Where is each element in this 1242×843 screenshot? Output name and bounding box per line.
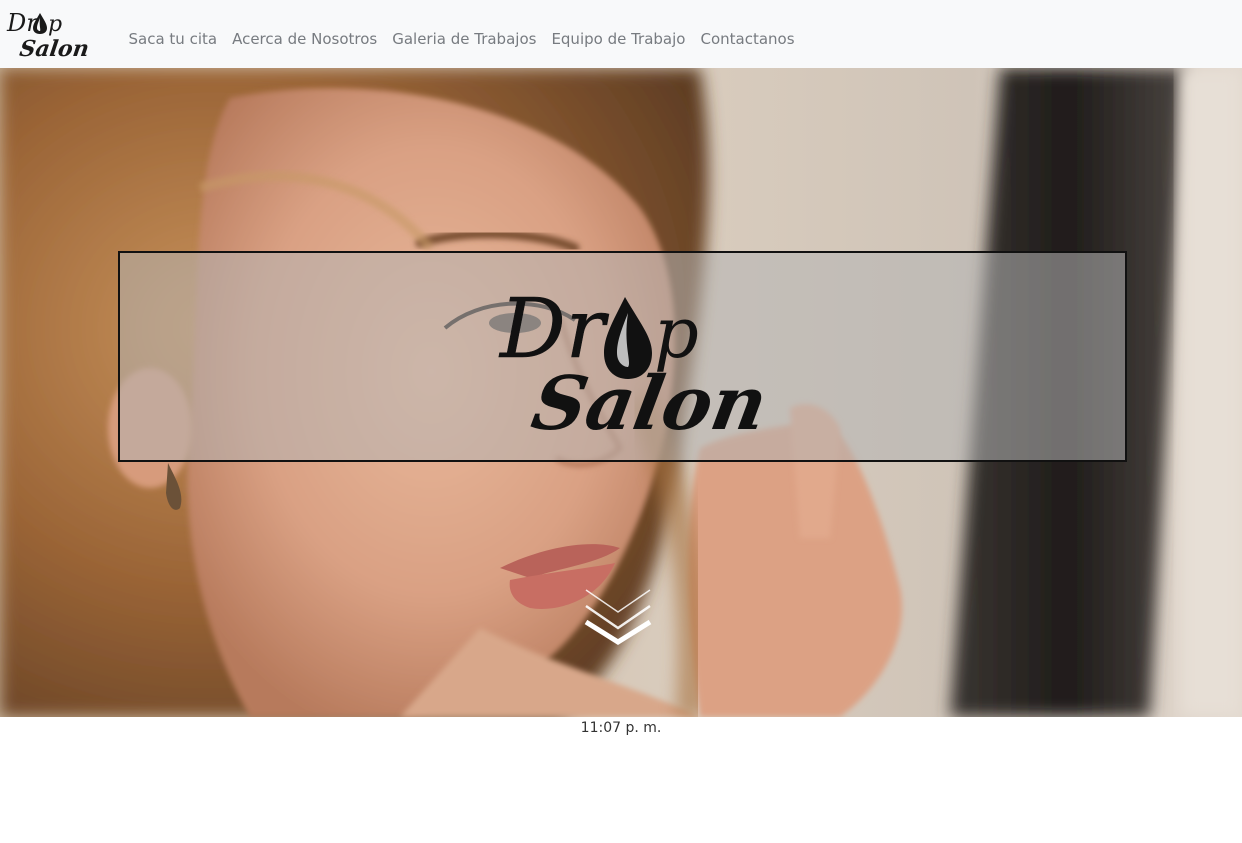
- brand-logo[interactable]: Dr p Salon: [6, 4, 92, 62]
- nav-link-equipo-de-trabajo[interactable]: Equipo de Trabajo: [544, 29, 693, 49]
- svg-text:Salon: Salon: [18, 36, 91, 62]
- current-time: 11:07 p. m.: [580, 720, 662, 736]
- double-chevron-down-icon: [584, 589, 652, 645]
- svg-text:p: p: [48, 12, 62, 37]
- svg-text:Dr: Dr: [6, 9, 39, 37]
- drop-salon-logo-icon: Dr p Salon: [6, 9, 91, 62]
- nav-link-saca-tu-cita[interactable]: Saca tu cita: [121, 29, 225, 49]
- hero-section: Dr p Salon: [0, 68, 1242, 717]
- scroll-down-button[interactable]: [582, 584, 654, 646]
- navbar: Dr p Salon Saca tu cita Acerca de Nosotr…: [0, 0, 1242, 68]
- nav-link-galeria-de-trabajos[interactable]: Galeria de Trabajos: [385, 29, 544, 49]
- nav-links: Saca tu cita Acerca de Nosotros Galeria …: [121, 0, 802, 68]
- drop-salon-hero-logo-icon: Dr p Salon: [498, 282, 774, 447]
- svg-text:Salon: Salon: [526, 360, 774, 447]
- hero-logo-box: Dr p Salon: [118, 251, 1127, 462]
- nav-link-acerca-de-nosotros[interactable]: Acerca de Nosotros: [225, 29, 385, 49]
- nav-link-contactanos[interactable]: Contactanos: [693, 29, 802, 49]
